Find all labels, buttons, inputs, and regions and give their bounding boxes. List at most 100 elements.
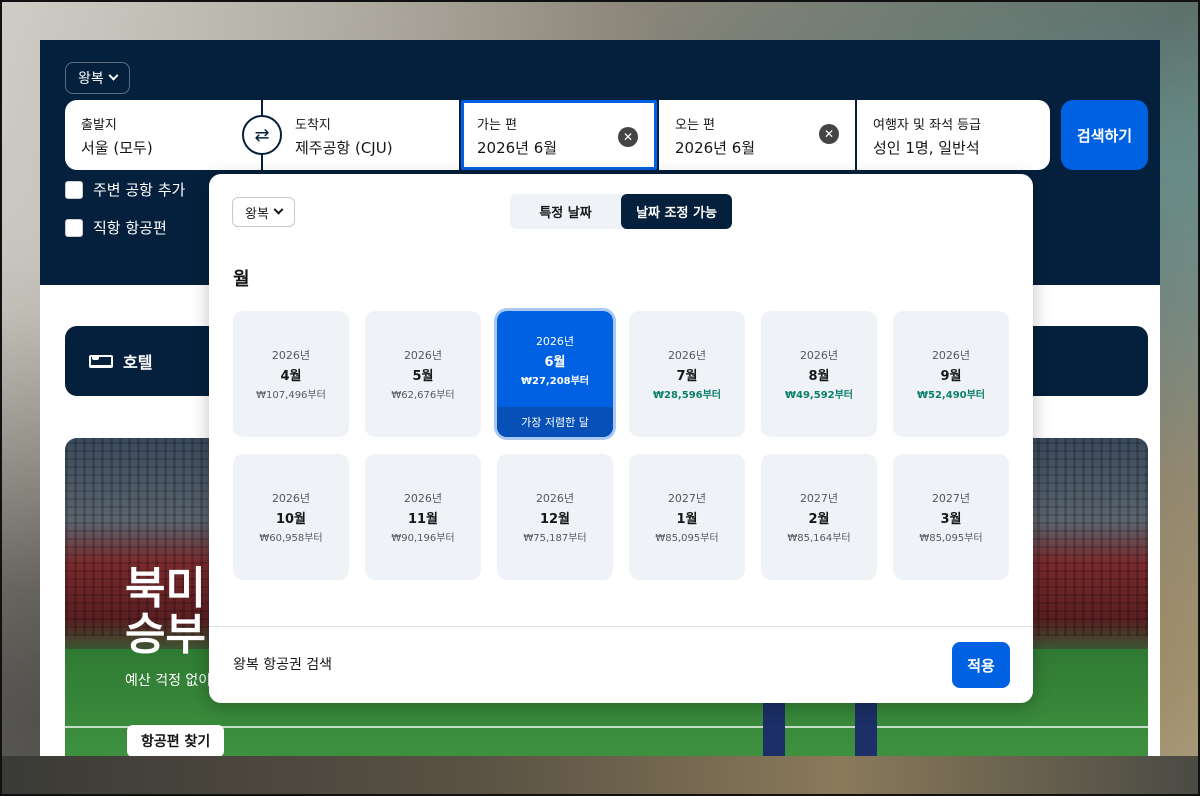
month-name: 4월: [280, 369, 302, 384]
month-price: ₩27,208부터: [520, 376, 590, 387]
promo-title-line1: 북미: [125, 563, 206, 614]
month-cell[interactable]: 2026년 9월 ₩52,490부터: [893, 311, 1009, 437]
nearby-airports-option[interactable]: 주변 공항 추가: [65, 179, 185, 200]
month-cell[interactable]: 2026년 4월 ₩107,496부터: [233, 311, 349, 437]
month-year: 2026년: [535, 492, 575, 505]
origin-label: 출발지: [81, 118, 117, 133]
return-date-field[interactable]: 오는 편 2026년 6월 ✕: [659, 100, 855, 170]
month-cell[interactable]: 2027년 2월 ₩85,164부터: [761, 454, 877, 580]
find-flights-button[interactable]: 항공편 찾기: [127, 725, 225, 756]
month-year: 2026년: [667, 349, 707, 362]
promo-subtitle: 예산 걱정 없이: [125, 673, 212, 689]
clear-return-icon[interactable]: ✕: [819, 124, 839, 144]
month-price: ₩52,490부터: [916, 390, 986, 401]
cheapest-month-badge: 가장 저렴한 달: [497, 407, 613, 437]
month-cell[interactable]: 2027년 3월 ₩85,095부터: [893, 454, 1009, 580]
month-price: ₩62,676부터: [391, 390, 455, 401]
background-photo-bottom: [0, 756, 1200, 796]
clear-depart-icon[interactable]: ✕: [618, 127, 638, 147]
direct-flights-checkbox[interactable]: [65, 218, 83, 237]
month-name: 10월: [275, 512, 307, 527]
depart-value: 2026년 6월: [477, 139, 558, 157]
month-cell[interactable]: 2026년 7월 ₩28,596부터: [629, 311, 745, 437]
month-price: ₩49,592부터: [784, 390, 854, 401]
month-grid: 2026년 4월 ₩107,496부터 2026년 5월 ₩62,676부터 2026년 6월…: [233, 311, 1011, 580]
destination-field[interactable]: 도착지 제주공항 (CJU): [263, 100, 459, 170]
month-name: 6월: [544, 355, 566, 370]
popover-trip-type-dropdown[interactable]: 왕복: [232, 197, 295, 227]
month-cell-body: 2027년 1월 ₩85,095부터: [655, 490, 718, 544]
month-year: 2026년: [931, 349, 971, 362]
month-price: ₩60,958부터: [259, 533, 323, 544]
month-cell[interactable]: 2026년 8월 ₩49,592부터: [761, 311, 877, 437]
month-year: 2027년: [799, 492, 839, 505]
depart-label: 가는 편: [477, 118, 518, 133]
month-price: ₩85,095부터: [919, 533, 983, 544]
travellers-value: 성인 1명, 일반석: [873, 139, 980, 157]
origin-field[interactable]: 출발지 서울 (모두) ⇄: [65, 100, 282, 170]
return-label: 오는 편: [675, 118, 716, 133]
nearby-airports-checkbox[interactable]: [65, 180, 83, 199]
promo-title-line2: 승부: [125, 609, 206, 660]
month-name: 9월: [940, 369, 962, 384]
destination-value: 제주공항 (CJU): [295, 139, 393, 157]
month-cell[interactable]: 2026년 5월 ₩62,676부터: [365, 311, 481, 437]
trip-type-dropdown[interactable]: 왕복: [65, 62, 130, 94]
month-cell-body: 2026년 6월 ₩27,208부터: [521, 333, 589, 387]
month-cell-body: 2026년 10월 ₩60,958부터: [259, 490, 322, 544]
bed-icon: [89, 354, 113, 368]
month-year: 2026년: [271, 349, 311, 362]
month-cell-body: 2027년 2월 ₩85,164부터: [787, 490, 850, 544]
month-name: 11월: [407, 512, 439, 527]
month-cell-body: 2027년 3월 ₩85,095부터: [919, 490, 982, 544]
popover-footer-text: 왕복 항공권 검색: [233, 657, 333, 673]
month-cell[interactable]: 2026년 11월 ₩90,196부터: [365, 454, 481, 580]
month-cell-body: 2026년 7월 ₩28,596부터: [653, 347, 721, 401]
month-price: ₩75,187부터: [523, 533, 587, 544]
month-cell-body: 2026년 5월 ₩62,676부터: [391, 347, 454, 401]
apply-button[interactable]: 적용: [952, 642, 1010, 688]
chevron-down-icon: [273, 204, 284, 215]
month-name: 2월: [808, 512, 830, 527]
month-year: 2026년: [799, 349, 839, 362]
month-year: 2026년: [403, 349, 443, 362]
month-cell[interactable]: 2026년 10월 ₩60,958부터: [233, 454, 349, 580]
tab-specific-dates[interactable]: 특정 날짜: [510, 194, 621, 229]
month-cell-body: 2026년 11월 ₩90,196부터: [391, 490, 454, 544]
nearby-airports-label: 주변 공항 추가: [93, 181, 186, 199]
travellers-field[interactable]: 여행자 및 좌석 등급 성인 1명, 일반석: [857, 100, 1050, 170]
month-cell-body: 2026년 9월 ₩52,490부터: [917, 347, 985, 401]
month-price: ₩90,196부터: [391, 533, 455, 544]
popover-divider: [209, 626, 1033, 627]
month-cell[interactable]: 2027년 1월 ₩85,095부터: [629, 454, 745, 580]
chevron-down-icon: [108, 70, 119, 81]
month-name: 5월: [412, 369, 434, 384]
swap-icon[interactable]: ⇄: [242, 115, 282, 155]
origin-value: 서울 (모두): [81, 139, 153, 157]
month-cell[interactable]: 2026년 6월 ₩27,208부터 가장 저렴한 달: [497, 311, 613, 437]
month-price: ₩107,496부터: [256, 390, 326, 401]
search-button[interactable]: 검색하기: [1061, 100, 1148, 170]
pitch-line: [65, 726, 1148, 728]
tab-flexible-dates[interactable]: 날짜 조정 가능: [621, 194, 732, 229]
month-name: 8월: [808, 369, 830, 384]
month-year: 2026년: [271, 492, 311, 505]
depart-date-field[interactable]: 가는 편 2026년 6월 ✕: [461, 100, 657, 170]
player-figure: [763, 700, 883, 756]
month-year: 2027년: [931, 492, 971, 505]
month-name: 3월: [940, 512, 962, 527]
direct-flights-label: 직항 항공편: [93, 219, 167, 237]
month-name: 12월: [539, 512, 571, 527]
return-value: 2026년 6월: [675, 139, 756, 157]
month-cell[interactable]: 2026년 12월 ₩75,187부터: [497, 454, 613, 580]
month-price: ₩85,095부터: [655, 533, 719, 544]
month-cell-body: 2026년 12월 ₩75,187부터: [523, 490, 586, 544]
month-name: 1월: [676, 512, 698, 527]
month-picker-popover: 왕복 특정 날짜 날짜 조정 가능 월 2026년 4월 ₩107,496부터 202…: [209, 174, 1033, 703]
month-price: ₩85,164부터: [787, 533, 851, 544]
month-name: 7월: [676, 369, 698, 384]
destination-label: 도착지: [295, 118, 331, 133]
month-cell-body: 2026년 8월 ₩49,592부터: [785, 347, 853, 401]
direct-flights-option[interactable]: 직항 항공편: [65, 217, 167, 238]
popover-trip-type-label: 왕복: [245, 206, 269, 222]
